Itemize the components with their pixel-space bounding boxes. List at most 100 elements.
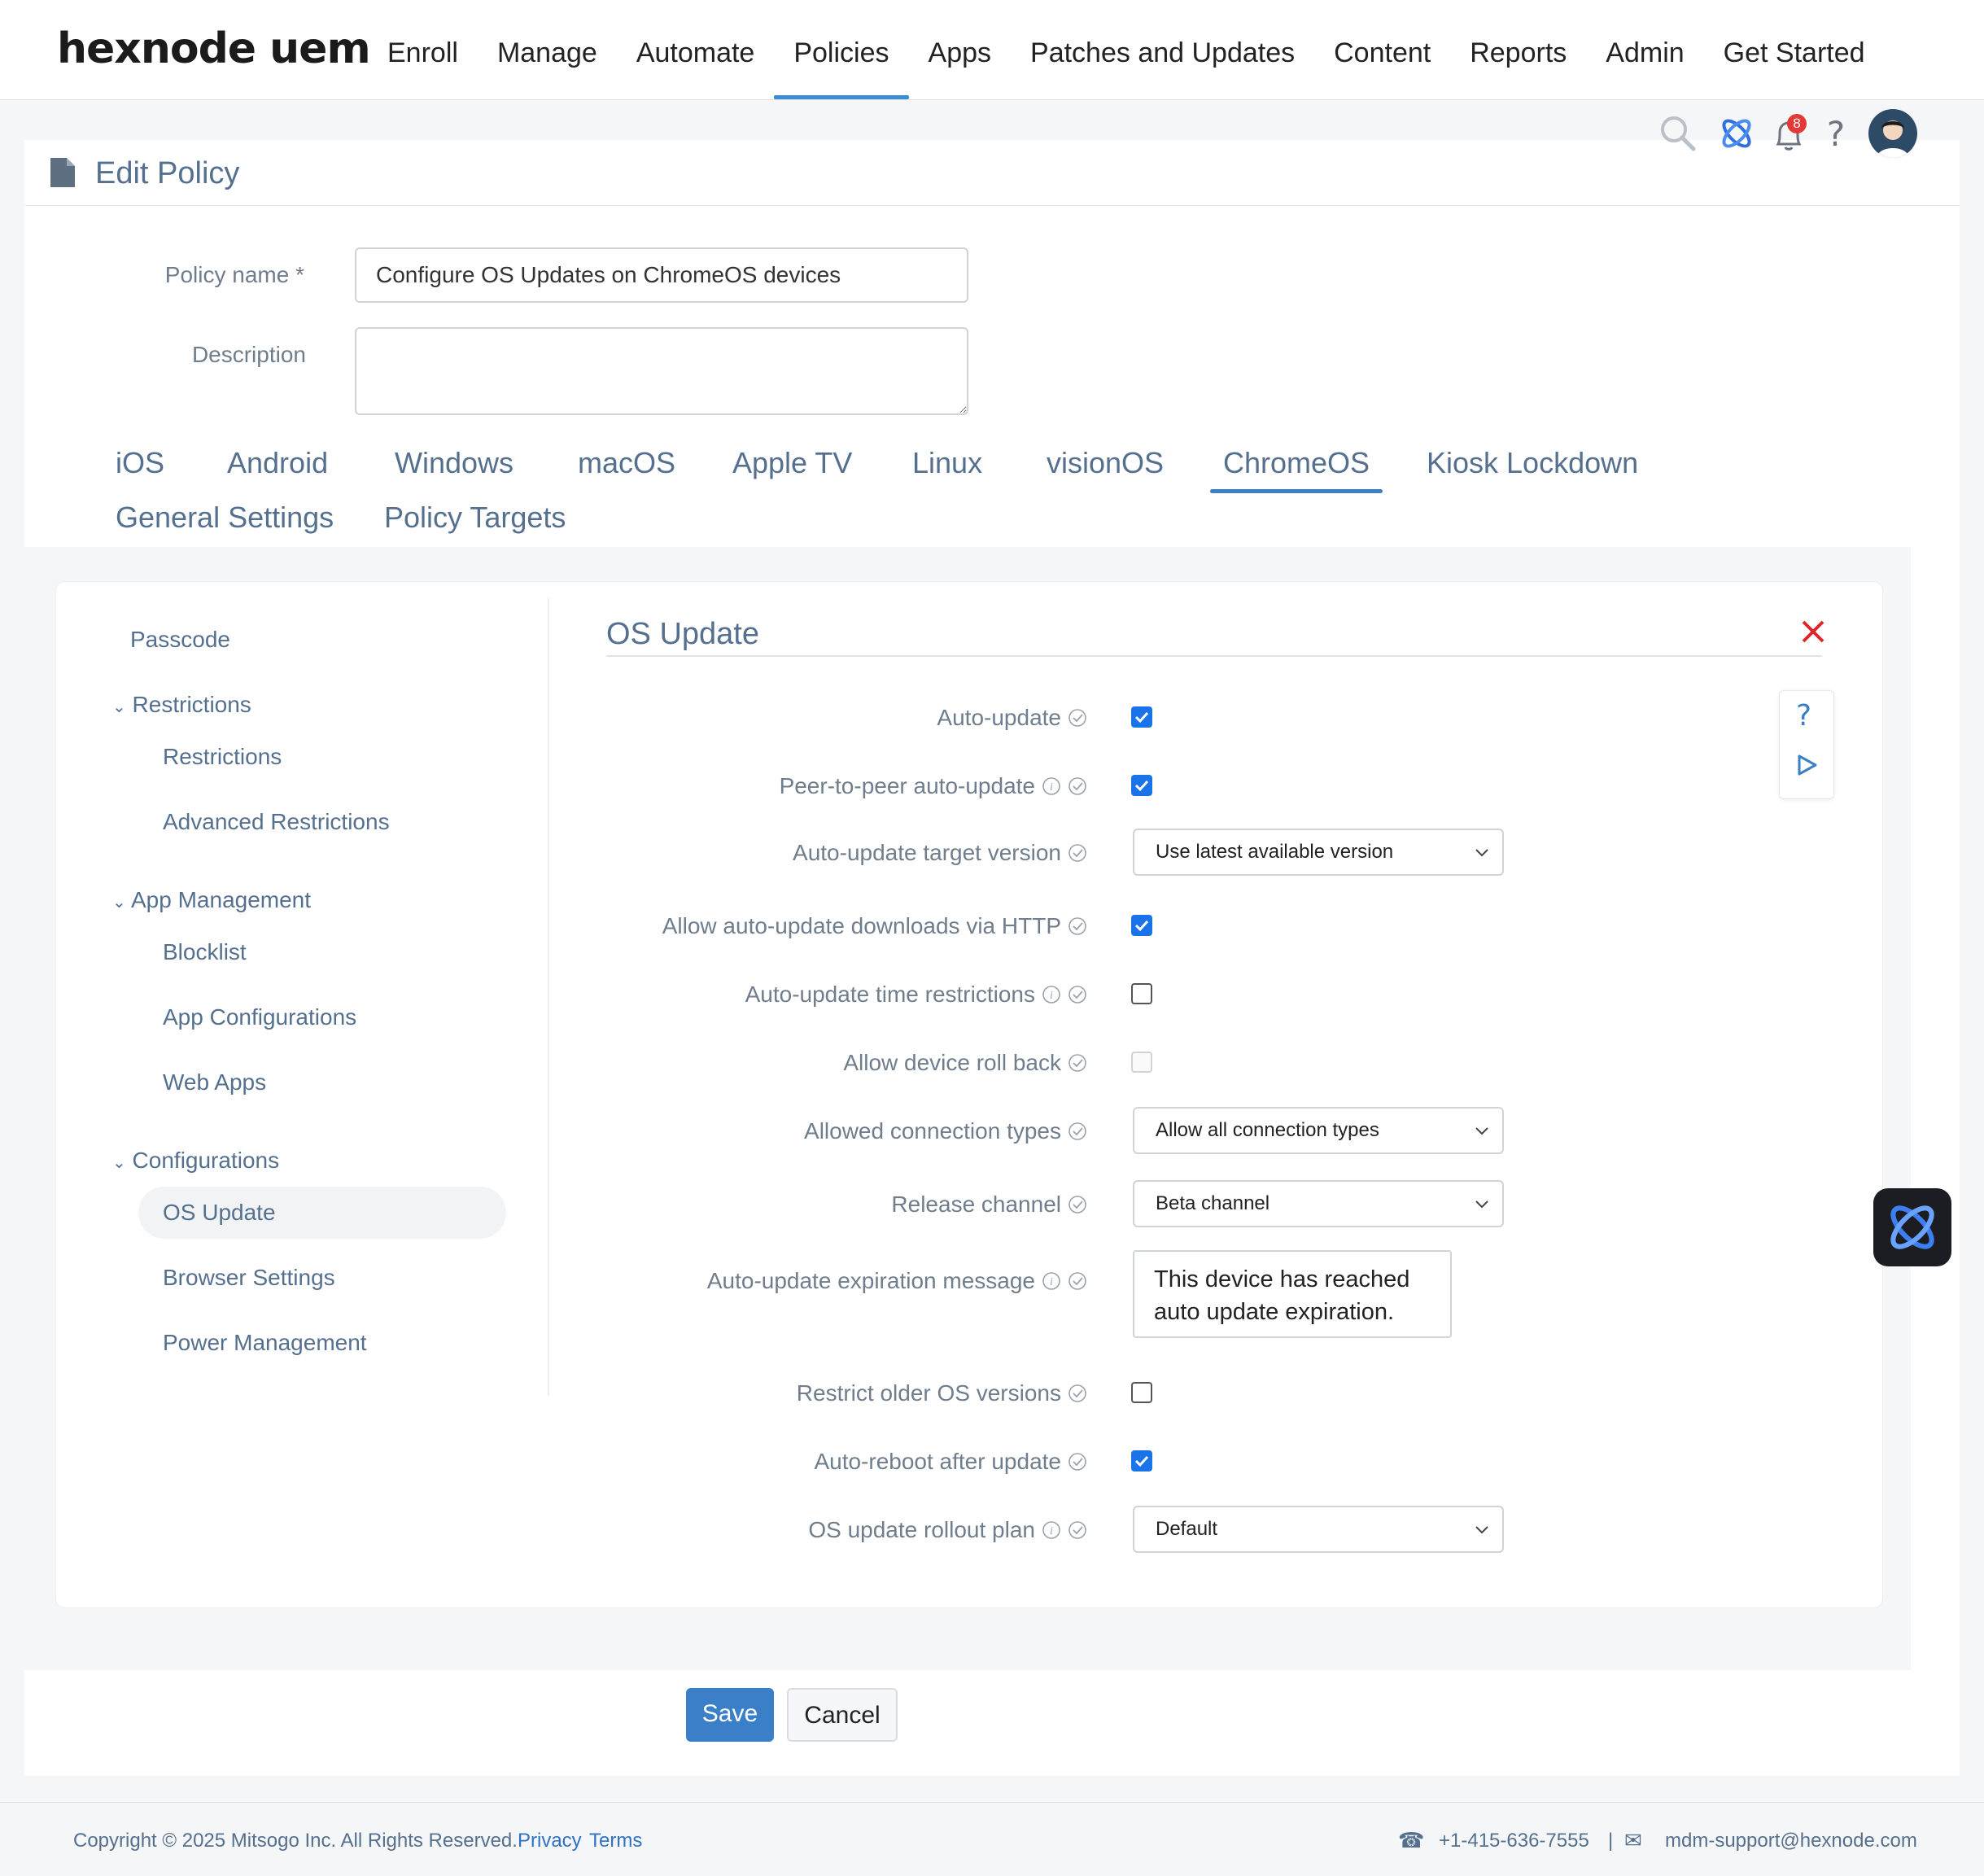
help-question-icon[interactable]: ? xyxy=(1796,699,1811,732)
terms-link[interactable]: Terms xyxy=(589,1830,642,1852)
sidebar-item-power-management[interactable]: Power Management xyxy=(163,1330,367,1356)
main-nav: Enroll Manage Automate Policies Apps Pat… xyxy=(368,0,1885,99)
info-icon[interactable]: i xyxy=(1042,985,1061,1004)
sidebar-group-app-management[interactable]: ⌄ App Management xyxy=(112,887,311,913)
document-icon xyxy=(50,158,75,187)
nav-get-started[interactable]: Get Started xyxy=(1704,0,1885,99)
auto-update-expiration-message-textarea[interactable]: This device has reached auto update expi… xyxy=(1133,1250,1452,1338)
allow-auto-update-downloads-via-http-row-label: Allow auto-update downloads via HTTP xyxy=(550,910,1087,942)
sidebar-item-passcode[interactable]: Passcode xyxy=(130,627,230,653)
auto-reboot-after-update-checkbox[interactable] xyxy=(1131,1450,1152,1472)
sidebar-group-configurations[interactable]: ⌄ Configurations xyxy=(112,1148,279,1174)
setting-label: Release channel xyxy=(891,1192,1061,1217)
tab-ios[interactable]: iOS xyxy=(116,446,164,480)
sidebar-item-blocklist[interactable]: Blocklist xyxy=(163,939,247,965)
nav-content[interactable]: Content xyxy=(1314,0,1450,99)
setting-label: Allow auto-update downloads via HTTP xyxy=(662,913,1061,938)
select-value: Default xyxy=(1156,1518,1218,1540)
info-icon[interactable]: i xyxy=(1042,1271,1061,1291)
verified-check-icon xyxy=(1068,843,1087,863)
footer-separator: | xyxy=(1608,1830,1614,1852)
allow-device-roll-back-checkbox xyxy=(1131,1052,1152,1073)
nav-patches-and-updates[interactable]: Patches and Updates xyxy=(1011,0,1314,99)
nav-policies[interactable]: Policies xyxy=(774,0,909,99)
nav-reports[interactable]: Reports xyxy=(1450,0,1586,99)
os-update-rollout-plan-row-label: OS update rollout plan i xyxy=(550,1514,1087,1546)
support-email[interactable]: mdm-support@hexnode.com xyxy=(1665,1830,1917,1852)
policy-name-input[interactable] xyxy=(355,247,968,303)
auto-update-checkbox[interactable] xyxy=(1131,706,1152,728)
help-side-widget: ? xyxy=(1779,690,1834,799)
tab-general-settings[interactable]: General Settings xyxy=(116,501,334,535)
description-label: Description xyxy=(191,342,306,367)
select-value: Beta channel xyxy=(1156,1192,1270,1214)
svg-text:i: i xyxy=(1050,990,1053,1002)
auto-update-target-version-select[interactable]: Use latest available version xyxy=(1133,829,1504,876)
verified-check-icon xyxy=(1068,1384,1087,1403)
restrict-older-os-versions-checkbox[interactable] xyxy=(1131,1382,1152,1403)
verified-check-icon xyxy=(1068,1271,1087,1291)
allow-auto-update-downloads-via-http-checkbox[interactable] xyxy=(1131,915,1152,936)
sidebar-item-advanced-restrictions[interactable]: Advanced Restrictions xyxy=(163,809,390,835)
allow-device-roll-back-row-label: Allow device roll back xyxy=(550,1047,1087,1079)
description-textarea[interactable] xyxy=(355,327,968,415)
nav-automate[interactable]: Automate xyxy=(617,0,775,99)
sidebar-group-restrictions[interactable]: ⌄ Restrictions xyxy=(112,692,251,718)
setting-label: Auto-update target version xyxy=(793,840,1061,865)
info-icon[interactable]: i xyxy=(1042,776,1061,796)
tab-linux[interactable]: Linux xyxy=(912,446,982,480)
verified-check-icon xyxy=(1068,985,1087,1004)
nav-apps[interactable]: Apps xyxy=(909,0,1012,99)
privacy-link[interactable]: Privacy xyxy=(518,1830,582,1852)
notification-bell-icon[interactable]: 8 xyxy=(1766,112,1811,158)
sidebar-item-browser-settings[interactable]: Browser Settings xyxy=(163,1265,335,1291)
os-update-rollout-plan-select[interactable]: Default xyxy=(1133,1506,1504,1553)
phone-text[interactable]: +1-415-636-7555 xyxy=(1439,1830,1589,1852)
peer-to-peer-auto-update-checkbox[interactable] xyxy=(1131,775,1152,796)
allowed-connection-types-row-label: Allowed connection types xyxy=(550,1115,1087,1148)
setting-label: Peer-to-peer auto-update xyxy=(779,773,1035,798)
page-title: Edit Policy xyxy=(95,156,240,190)
user-avatar[interactable] xyxy=(1868,109,1917,158)
release-channel-select[interactable]: Beta channel xyxy=(1133,1180,1504,1227)
info-icon[interactable]: i xyxy=(1042,1520,1061,1540)
tab-windows[interactable]: Windows xyxy=(395,446,513,480)
sidebar-item-restrictions[interactable]: Restrictions xyxy=(163,744,282,770)
tab-android[interactable]: Android xyxy=(227,446,328,480)
play-icon[interactable] xyxy=(1794,753,1819,777)
verified-check-icon xyxy=(1068,1053,1087,1073)
assistant-button[interactable] xyxy=(1873,1188,1951,1266)
tab-macos[interactable]: macOS xyxy=(578,446,675,480)
setting-label: Restrict older OS versions xyxy=(796,1380,1061,1406)
setting-label: OS update rollout plan xyxy=(808,1517,1035,1542)
hexnode-ai-icon[interactable] xyxy=(1715,112,1758,155)
svg-text:i: i xyxy=(1050,1276,1053,1288)
sidebar-item-app-configurations[interactable]: App Configurations xyxy=(163,1004,356,1030)
tab-policy-targets[interactable]: Policy Targets xyxy=(384,501,566,535)
nav-admin[interactable]: Admin xyxy=(1586,0,1703,99)
close-icon[interactable] xyxy=(1800,619,1826,645)
tab-visionos[interactable]: visionOS xyxy=(1047,446,1164,480)
allowed-connection-types-select[interactable]: Allow all connection types xyxy=(1133,1107,1504,1154)
sidebar-item-os-update[interactable]: OS Update xyxy=(163,1200,276,1226)
save-button[interactable]: Save xyxy=(686,1688,774,1742)
select-value: Allow all connection types xyxy=(1156,1119,1379,1141)
tab-apple-tv[interactable]: Apple TV xyxy=(732,446,852,480)
auto-update-expiration-message-row-label: Auto-update expiration message i xyxy=(550,1265,1087,1297)
chevron-down-icon: ⌄ xyxy=(112,1154,126,1172)
tab-chromeos[interactable]: ChromeOS xyxy=(1209,446,1383,493)
auto-update-target-version-row-label: Auto-update target version xyxy=(550,837,1087,869)
setting-label: Allow device roll back xyxy=(843,1050,1061,1075)
setting-label: Allowed connection types xyxy=(804,1118,1061,1144)
auto-update-time-restrictions-checkbox[interactable] xyxy=(1131,983,1152,1004)
hexnode-logo[interactable]: hexnode uem xyxy=(57,24,371,73)
verified-check-icon xyxy=(1068,1195,1087,1214)
search-icon[interactable] xyxy=(1657,112,1699,155)
verified-check-icon xyxy=(1068,708,1087,728)
sidebar-item-web-apps[interactable]: Web Apps xyxy=(163,1069,266,1095)
tab-kiosk-lockdown[interactable]: Kiosk Lockdown xyxy=(1427,446,1638,480)
nav-manage[interactable]: Manage xyxy=(478,0,617,99)
help-icon[interactable]: ? xyxy=(1820,112,1852,155)
cancel-button[interactable]: Cancel xyxy=(787,1688,898,1742)
nav-enroll[interactable]: Enroll xyxy=(368,0,478,99)
